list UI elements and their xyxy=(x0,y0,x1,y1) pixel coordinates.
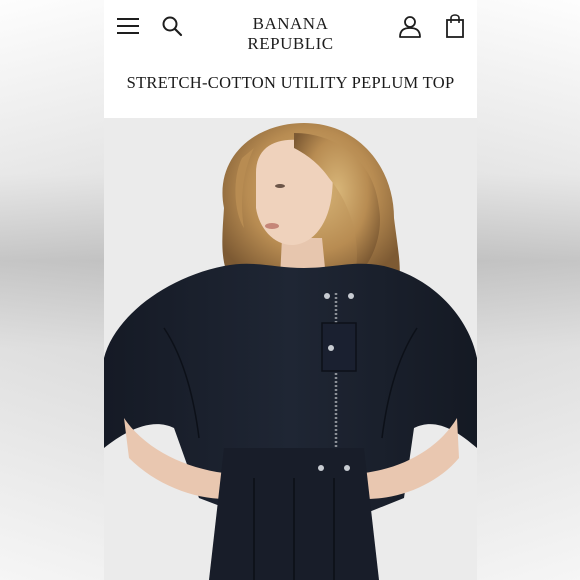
shopping-bag-icon[interactable] xyxy=(442,13,468,39)
account-icon[interactable] xyxy=(397,13,423,39)
search-icon[interactable] xyxy=(159,13,185,39)
hamburger-menu-icon[interactable] xyxy=(115,13,141,39)
brand-logo[interactable]: BANANA REPUBLIC xyxy=(208,14,373,54)
mobile-page: BANANA REPUBLIC STRETCH-COTTON UTILITY P… xyxy=(104,0,477,580)
product-photo xyxy=(104,118,477,580)
site-header: BANANA REPUBLIC xyxy=(104,0,477,54)
product-title: STRETCH-COTTON UTILITY PEPLUM TOP xyxy=(126,73,455,92)
